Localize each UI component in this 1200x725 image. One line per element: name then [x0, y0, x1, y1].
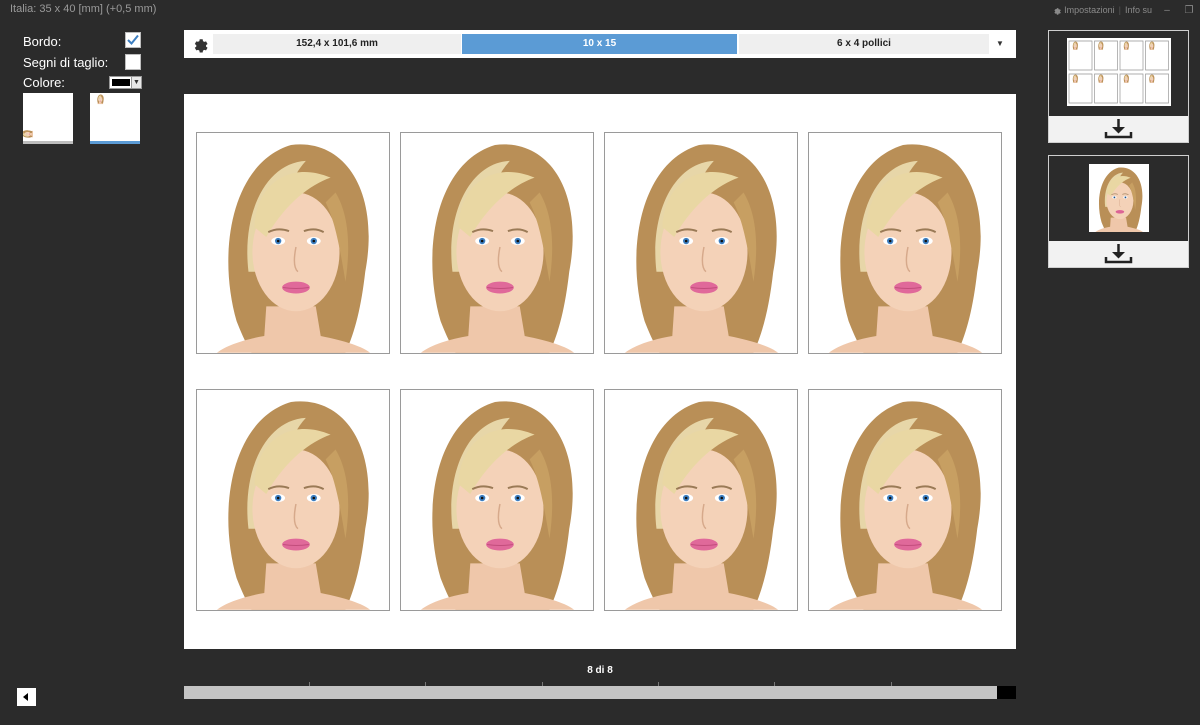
settings-label: Impostazioni — [1064, 5, 1115, 15]
scroll-tick — [658, 682, 659, 686]
photo-cell — [196, 389, 390, 611]
portrait-photo — [401, 390, 593, 610]
photo-cell — [400, 132, 594, 354]
scroll-tick — [774, 682, 775, 686]
orientation-selected-indicator — [90, 141, 140, 144]
photo-cell — [808, 389, 1002, 611]
print-sheet — [184, 94, 1016, 649]
tab-10x15[interactable]: 10 x 15 — [462, 34, 737, 54]
portrait-photo — [809, 390, 1001, 610]
sheet-preview-image — [1068, 40, 1169, 104]
border-label: Bordo: — [23, 34, 62, 49]
orientation-landscape[interactable] — [23, 93, 73, 144]
color-swatch-fill — [112, 79, 130, 86]
portrait-photo — [401, 133, 593, 353]
portrait-photo — [197, 133, 389, 353]
cut-marks-checkbox[interactable] — [125, 54, 141, 70]
photo-cell — [400, 389, 594, 611]
sheet-preview-card — [1048, 30, 1189, 143]
orientation-portrait[interactable] — [90, 93, 140, 144]
scroll-tick — [425, 682, 426, 686]
mini-photo — [1119, 40, 1144, 71]
tab-152x101mm[interactable]: 152,4 x 101,6 mm — [213, 34, 461, 54]
sheet-preview[interactable] — [1049, 31, 1188, 117]
photo-cell — [808, 132, 1002, 354]
chevron-down-icon[interactable]: ▼ — [992, 34, 1008, 54]
settings-link[interactable]: Impostazioni — [1048, 5, 1119, 15]
gear-icon — [194, 39, 208, 53]
title-bar: Italia: 35 x 40 [mm] (+0,5 mm) Impostazi… — [0, 0, 1200, 20]
photo-cell — [196, 132, 390, 354]
minimize-button[interactable]: – — [1156, 5, 1178, 16]
mini-photo — [1068, 40, 1093, 71]
download-icon — [1104, 244, 1133, 264]
color-picker[interactable]: ▼ — [109, 76, 142, 89]
mini-photo — [1145, 40, 1169, 71]
mini-photo — [1119, 73, 1144, 104]
download-sheet-button[interactable] — [1049, 116, 1188, 142]
sheet-preview-thumbnail — [1067, 38, 1171, 106]
mini-photo — [1094, 40, 1118, 71]
single-photo-image — [1089, 164, 1149, 232]
scroll-thumb[interactable] — [997, 686, 1016, 699]
check-icon — [127, 34, 139, 45]
portrait-image — [90, 93, 140, 141]
window-controls: Impostazioni | Info su – ❐ — [1048, 0, 1200, 20]
info-link[interactable]: Info su — [1121, 5, 1156, 15]
chevron-down-icon: ▼ — [131, 77, 141, 88]
cut-marks-label: Segni di taglio: — [23, 55, 109, 70]
window-title: Italia: 35 x 40 [mm] (+0,5 mm) — [10, 3, 157, 15]
portrait-photo — [809, 133, 1001, 353]
tab-6x4-inches[interactable]: 6 x 4 pollici — [739, 34, 989, 54]
restore-button[interactable]: ❐ — [1178, 5, 1200, 16]
single-photo-preview-card — [1048, 155, 1189, 268]
photo-cell — [604, 389, 798, 611]
landscape-portrait-image — [23, 93, 73, 141]
back-button[interactable] — [17, 688, 36, 706]
options-panel: Bordo: Segni di taglio: Colore: ▼ — [0, 20, 160, 720]
mini-photo — [1068, 73, 1093, 104]
photo-cell — [604, 132, 798, 354]
border-checkbox[interactable] — [125, 32, 141, 48]
color-label: Colore: — [23, 75, 65, 90]
orientation-indicator — [23, 141, 73, 144]
single-photo-preview[interactable] — [1049, 156, 1188, 242]
download-icon — [1104, 119, 1133, 139]
scroll-tick — [309, 682, 310, 686]
settings-button[interactable] — [190, 35, 208, 53]
gear-icon — [1054, 7, 1061, 15]
portrait-photo — [605, 390, 797, 610]
scroll-tick — [891, 682, 892, 686]
scroll-tick — [542, 682, 543, 686]
portrait-photo — [605, 133, 797, 353]
page-scrollbar[interactable] — [184, 682, 1016, 699]
portrait-photo — [197, 390, 389, 610]
download-photo-button[interactable] — [1049, 241, 1188, 267]
single-photo-thumbnail — [1089, 164, 1149, 232]
chevron-left-icon — [23, 693, 28, 701]
page-indicator: 8 di 8 — [587, 665, 613, 676]
size-toolbar: 152,4 x 101,6 mm 10 x 15 6 x 4 pollici ▼ — [184, 30, 1016, 58]
mini-photo — [1094, 73, 1118, 104]
mini-photo — [1145, 73, 1169, 104]
